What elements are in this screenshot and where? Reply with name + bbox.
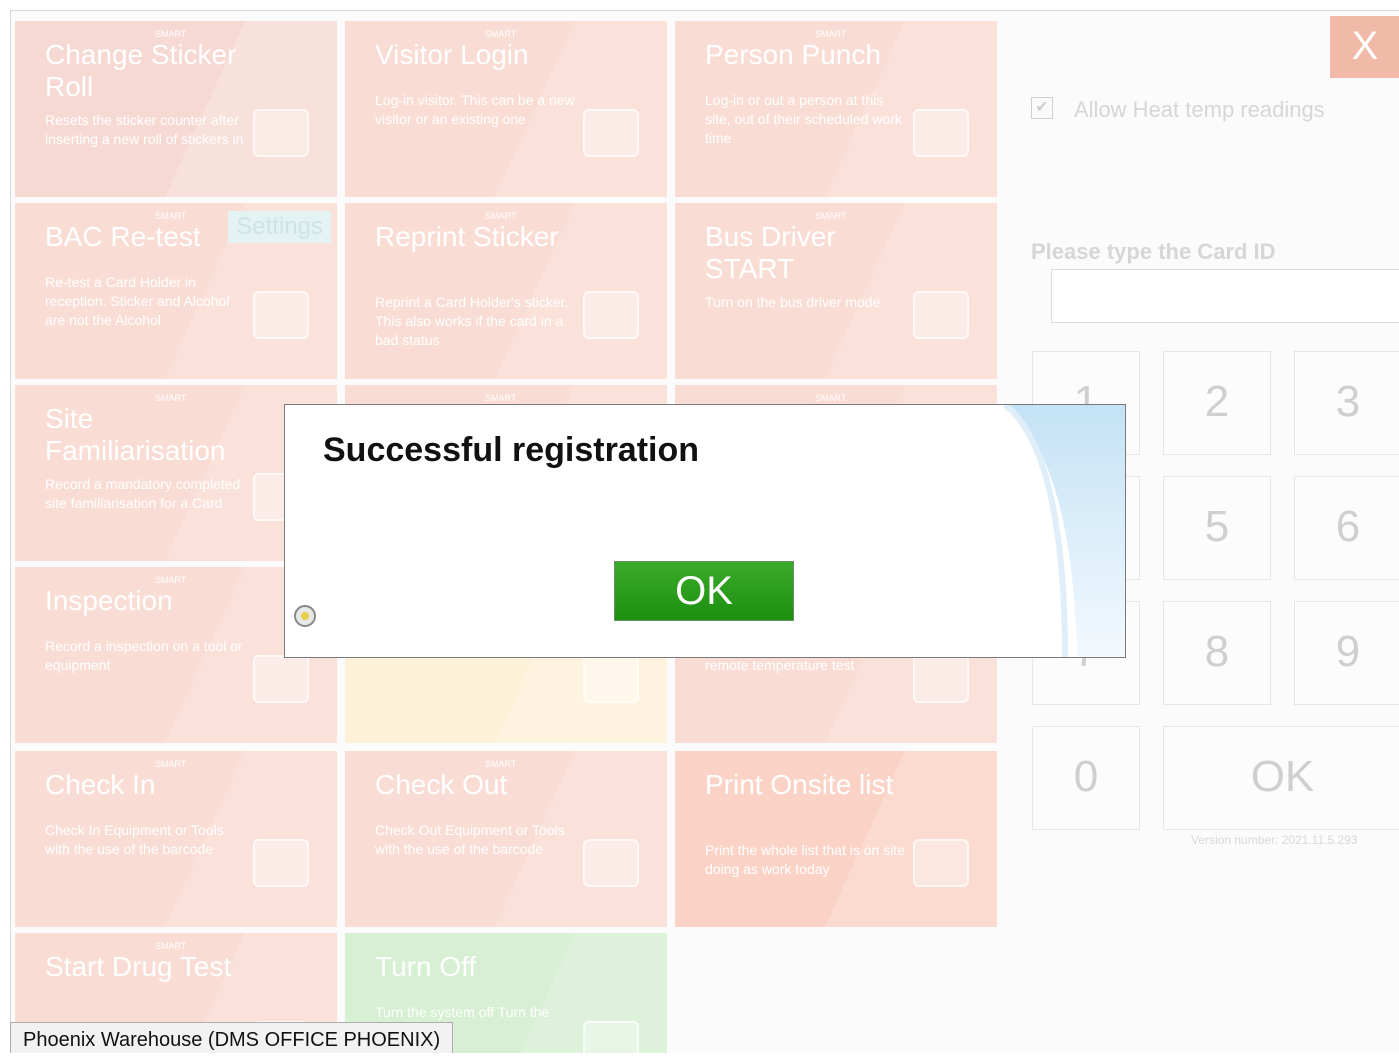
tile-badge: SMART [815, 211, 847, 221]
tile-title: Change Sticker Roll [45, 39, 237, 102]
tile-description: Turn on the bus driver mode [705, 294, 881, 310]
tile-description: Log-in visitor. This can be a new visito… [375, 92, 575, 127]
tile-description: Reprint a Card Holder's sticker. This al… [375, 294, 569, 348]
key-9[interactable]: 9 [1294, 601, 1399, 705]
visitor-icon [583, 109, 639, 157]
tile-title: Check In [45, 769, 156, 800]
clipboard-icon [583, 839, 639, 887]
tray-icon [583, 655, 639, 703]
tile-title: Site Familiarisation [45, 403, 226, 466]
key-8[interactable]: 8 [1163, 601, 1271, 705]
tile-check-in[interactable]: SMART Check In Check In Equipment or Tools… [15, 751, 337, 927]
driver-icon [913, 291, 969, 339]
tile-badge: SMART [485, 759, 517, 769]
printer-icon [913, 839, 969, 887]
heat-checkbox-label: Allow Heat temp readings [1074, 97, 1325, 122]
settings-badge[interactable]: Settings [228, 211, 331, 243]
tile-badge: SMART [155, 941, 187, 951]
tile-title: Reprint Sticker [375, 221, 559, 252]
tile-visitor-login[interactable]: SMART Visitor Login Log-in visitor. This c… [345, 21, 667, 197]
status-bar: Phoenix Warehouse (DMS OFFICE PHOENIX) [10, 1022, 454, 1053]
key-2[interactable]: 2 [1163, 351, 1271, 455]
tile-description: Re-test a Card Holder in reception. Stic… [45, 274, 230, 328]
key-0[interactable]: 0 [1032, 726, 1140, 830]
tile-badge: SMART [155, 575, 187, 585]
tile-reprint-sticker[interactable]: SMART Reprint Sticker Reprint a Card Holde… [345, 203, 667, 379]
dialog-ok-button[interactable]: OK [614, 561, 794, 621]
drop-icon [253, 291, 309, 339]
tile-title: Person Punch [705, 39, 881, 70]
tile-title: Print Onsite list [705, 769, 894, 800]
tile-person-punch[interactable]: SMART Person Punch Log-in or out a person … [675, 21, 997, 197]
key-ok[interactable]: OK [1163, 726, 1399, 830]
tile-description: Check In Equipment or Tools with the use… [45, 822, 224, 857]
tile-bus-driver-start[interactable]: SMART Bus Driver START Turn on the bus dri… [675, 203, 997, 379]
tile-badge: SMART [155, 29, 187, 39]
printer-icon [583, 291, 639, 339]
dialog-message: Successful registration [323, 431, 700, 469]
dialog-swoosh-decoration [1003, 405, 1125, 657]
tile-bac-re-test[interactable]: SMART BAC Re-test Re-test a Card Holder in… [15, 203, 337, 379]
monitor-icon [253, 109, 309, 157]
key-3[interactable]: 3 [1294, 351, 1399, 455]
tile-description: Record a inspection on a tool or equipme… [45, 638, 243, 673]
success-dialog: Successful registration OK [284, 404, 1126, 658]
monitor-icon [583, 1021, 639, 1053]
tile-badge: SMART [485, 393, 517, 403]
tile-badge: SMART [815, 29, 847, 39]
wait-cursor-icon [294, 605, 316, 627]
plus-icon [913, 655, 969, 703]
tile-description: Print the whole list that is on site doi… [705, 842, 905, 877]
version-number: Version number: 2021.11.5.293 [1191, 833, 1358, 847]
clipboard-icon [253, 655, 309, 703]
close-button[interactable]: X [1330, 16, 1399, 78]
tile-badge: SMART [155, 759, 187, 769]
card-id-prompt: Please type the Card ID [1031, 239, 1276, 264]
tile-title: Inspection [45, 585, 173, 616]
tile-badge: SMART [155, 211, 187, 221]
tile-title: Start Drug Test [45, 951, 232, 982]
tile-description: Log-in or out a person at this site, out… [705, 92, 902, 146]
tile-check-out[interactable]: SMART Check Out Check Out Equipment or Too… [345, 751, 667, 927]
tile-title: Check Out [375, 769, 508, 800]
card-id-input[interactable] [1051, 269, 1399, 323]
tile-print-onsite-list[interactable]: Print Onsite list Print the whole list th… [675, 751, 997, 927]
heat-checkbox[interactable]: ✔ [1031, 97, 1053, 119]
tile-change-sticker-roll[interactable]: SMART Change Sticker Roll Resets the stick… [15, 21, 337, 197]
tile-badge: SMART [155, 393, 187, 403]
tile-description: Record a mandatory completed site famili… [45, 476, 241, 511]
tile-title: Bus Driver START [705, 221, 836, 284]
key-6[interactable]: 6 [1294, 476, 1399, 580]
clipboard-icon [253, 839, 309, 887]
tile-badge: SMART [485, 211, 517, 221]
arrow-icon [913, 109, 969, 157]
tile-title: Turn Off [375, 951, 477, 982]
tile-description: Resets the sticker counter after inserti… [45, 112, 244, 147]
tile-badge: SMART [815, 393, 847, 403]
tile-badge: SMART [485, 29, 517, 39]
key-5[interactable]: 5 [1163, 476, 1271, 580]
tile-title: Visitor Login [375, 39, 529, 70]
tile-description: Check Out Equipment or Tools with the us… [375, 822, 565, 857]
